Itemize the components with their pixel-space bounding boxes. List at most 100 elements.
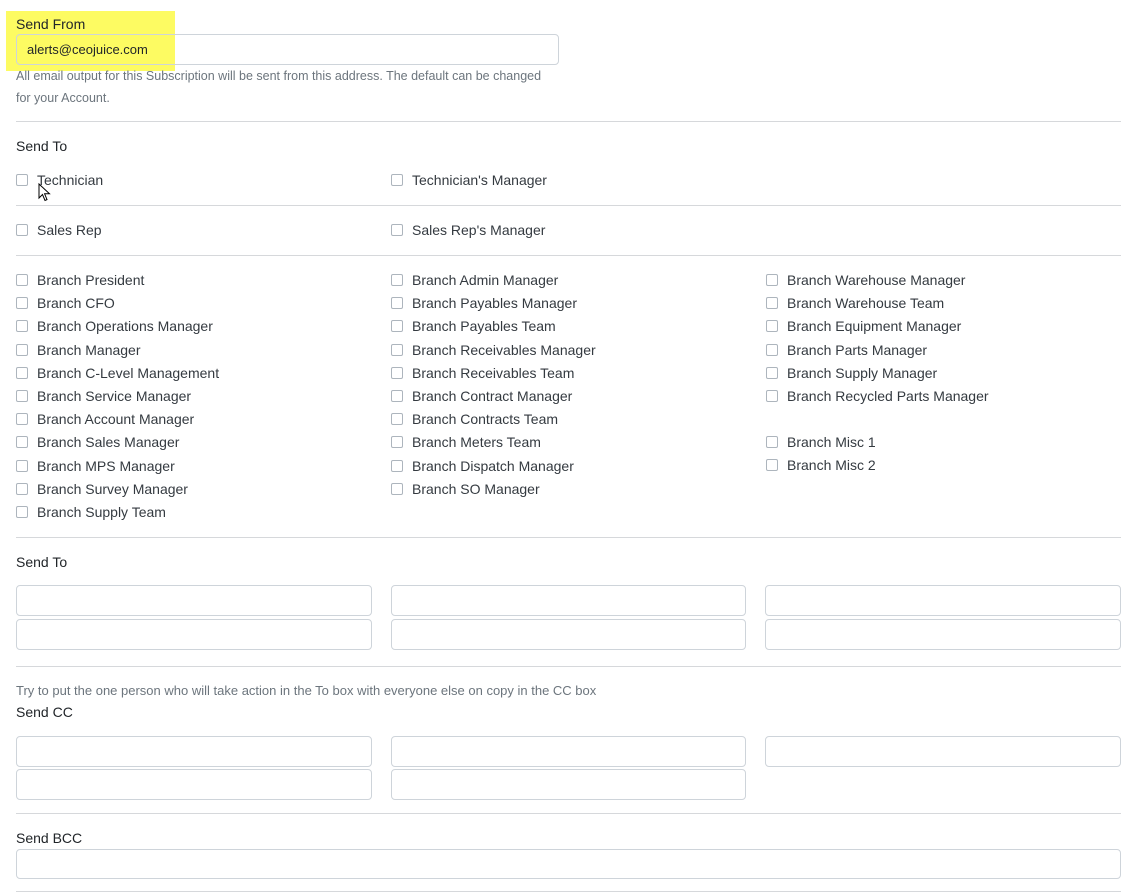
checkbox-branch-contracts-team[interactable]: Branch Contracts Team xyxy=(391,410,558,428)
checkbox-branch-supply-team[interactable]: Branch Supply Team xyxy=(16,503,166,521)
send-to-input[interactable] xyxy=(765,619,1121,650)
checkbox-branch-payables-manager[interactable]: Branch Payables Manager xyxy=(391,294,577,312)
checkbox-box[interactable] xyxy=(766,297,778,309)
checkbox-box[interactable] xyxy=(391,436,403,448)
mouse-pointer-icon xyxy=(38,183,51,202)
divider xyxy=(16,891,1121,892)
send-to-input[interactable] xyxy=(16,619,372,650)
send-cc-input[interactable] xyxy=(391,769,746,800)
checkbox-box[interactable] xyxy=(391,274,403,286)
checkbox-box[interactable] xyxy=(391,460,403,472)
checkbox-box[interactable] xyxy=(391,224,403,236)
checkbox-branch-operations-manager[interactable]: Branch Operations Manager xyxy=(16,317,213,335)
checkbox-branch-service-manager[interactable]: Branch Service Manager xyxy=(16,387,191,405)
checkbox-label: Branch Misc 2 xyxy=(787,457,876,473)
checkbox-box[interactable] xyxy=(766,390,778,402)
checkbox-label: Branch Warehouse Manager xyxy=(787,272,966,288)
send-bcc-label: Send BCC xyxy=(16,830,83,846)
send-to-input[interactable] xyxy=(391,619,746,650)
checkbox-label: Branch Admin Manager xyxy=(412,272,559,288)
checkbox-box[interactable] xyxy=(391,390,403,402)
checkbox-box[interactable] xyxy=(16,344,28,356)
checkbox-branch-c-level-management[interactable]: Branch C-Level Management xyxy=(16,364,219,382)
checkbox-label: Branch Receivables Team xyxy=(412,365,575,381)
send-to-input[interactable] xyxy=(16,585,372,616)
send-cc-input[interactable] xyxy=(391,736,746,767)
checkbox-branch-cfo[interactable]: Branch CFO xyxy=(16,294,115,312)
divider xyxy=(16,255,1121,256)
checkbox-box[interactable] xyxy=(16,320,28,332)
checkbox-branch-recycled-parts-manager[interactable]: Branch Recycled Parts Manager xyxy=(766,387,989,405)
checkbox-branch-misc-1[interactable]: Branch Misc 1 xyxy=(766,433,876,451)
checkbox-technician[interactable]: Technician xyxy=(16,171,103,189)
send-to-input[interactable] xyxy=(765,585,1121,616)
checkbox-box[interactable] xyxy=(391,367,403,379)
checkbox-box[interactable] xyxy=(16,274,28,286)
checkbox-box[interactable] xyxy=(391,320,403,332)
send-from-help-line2: for your Account. xyxy=(16,91,110,105)
checkbox-branch-so-manager[interactable]: Branch SO Manager xyxy=(391,480,540,498)
checkbox-label: Branch Supply Team xyxy=(37,504,166,520)
checkbox-label: Branch Supply Manager xyxy=(787,365,938,381)
checkbox-box[interactable] xyxy=(391,174,403,186)
checkbox-branch-meters-team[interactable]: Branch Meters Team xyxy=(391,433,541,451)
checkbox-branch-sales-manager[interactable]: Branch Sales Manager xyxy=(16,433,179,451)
checkbox-sales-reps-manager[interactable]: Sales Rep's Manager xyxy=(391,221,545,239)
checkbox-label: Sales Rep's Manager xyxy=(412,222,546,238)
checkbox-box[interactable] xyxy=(391,413,403,425)
checkbox-branch-survey-manager[interactable]: Branch Survey Manager xyxy=(16,480,188,498)
divider xyxy=(16,537,1121,538)
send-cc-input[interactable] xyxy=(16,769,372,800)
send-bcc-input[interactable] xyxy=(16,849,1121,879)
checkbox-branch-parts-manager[interactable]: Branch Parts Manager xyxy=(766,341,927,359)
checkbox-box[interactable] xyxy=(766,274,778,286)
send-from-label: Send From xyxy=(16,16,86,32)
checkbox-box[interactable] xyxy=(16,297,28,309)
checkbox-branch-equipment-manager[interactable]: Branch Equipment Manager xyxy=(766,317,961,335)
checkbox-branch-admin-manager[interactable]: Branch Admin Manager xyxy=(391,271,558,289)
checkbox-box[interactable] xyxy=(16,224,28,236)
checkbox-box[interactable] xyxy=(16,460,28,472)
checkbox-branch-payables-team[interactable]: Branch Payables Team xyxy=(391,317,556,335)
checkbox-branch-receivables-manager[interactable]: Branch Receivables Manager xyxy=(391,341,596,359)
checkbox-box[interactable] xyxy=(16,483,28,495)
checkbox-branch-receivables-team[interactable]: Branch Receivables Team xyxy=(391,364,574,382)
send-from-input[interactable] xyxy=(16,34,559,65)
checkbox-box[interactable] xyxy=(766,344,778,356)
checkbox-label: Branch Receivables Manager xyxy=(412,342,596,358)
checkbox-branch-account-manager[interactable]: Branch Account Manager xyxy=(16,410,194,428)
checkbox-box[interactable] xyxy=(391,297,403,309)
checkbox-branch-president[interactable]: Branch President xyxy=(16,271,144,289)
checkbox-branch-misc-2[interactable]: Branch Misc 2 xyxy=(766,456,876,474)
send-to-input[interactable] xyxy=(391,585,746,616)
checkbox-box[interactable] xyxy=(16,174,28,186)
checkbox-branch-warehouse-manager[interactable]: Branch Warehouse Manager xyxy=(766,271,965,289)
send-from-help-line1: All email output for this Subscription w… xyxy=(16,69,542,83)
checkbox-box[interactable] xyxy=(16,436,28,448)
checkbox-branch-mps-manager[interactable]: Branch MPS Manager xyxy=(16,457,175,475)
checkbox-label: Branch Payables Team xyxy=(412,318,556,334)
checkbox-box[interactable] xyxy=(766,367,778,379)
checkbox-label: Branch Survey Manager xyxy=(37,481,188,497)
checkbox-label: Branch Account Manager xyxy=(37,411,195,427)
checkbox-box[interactable] xyxy=(16,367,28,379)
checkbox-box[interactable] xyxy=(766,436,778,448)
checkbox-sales-rep[interactable]: Sales Rep xyxy=(16,221,102,239)
checkbox-branch-warehouse-team[interactable]: Branch Warehouse Team xyxy=(766,294,944,312)
checkbox-branch-manager[interactable]: Branch Manager xyxy=(16,341,141,359)
checkbox-box[interactable] xyxy=(766,320,778,332)
checkbox-branch-supply-manager[interactable]: Branch Supply Manager xyxy=(766,364,937,382)
checkbox-branch-contract-manager[interactable]: Branch Contract Manager xyxy=(391,387,572,405)
checkbox-box[interactable] xyxy=(391,483,403,495)
checkbox-branch-dispatch-manager[interactable]: Branch Dispatch Manager xyxy=(391,457,574,475)
checkbox-box[interactable] xyxy=(766,459,778,471)
checkbox-technicians-manager[interactable]: Technician's Manager xyxy=(391,171,547,189)
send-cc-input[interactable] xyxy=(765,736,1121,767)
send-cc-input[interactable] xyxy=(16,736,372,767)
checkbox-box[interactable] xyxy=(16,413,28,425)
checkbox-box[interactable] xyxy=(16,390,28,402)
checkbox-label: Branch Manager xyxy=(37,342,141,358)
checkbox-box[interactable] xyxy=(16,506,28,518)
divider xyxy=(16,813,1121,814)
checkbox-box[interactable] xyxy=(391,344,403,356)
